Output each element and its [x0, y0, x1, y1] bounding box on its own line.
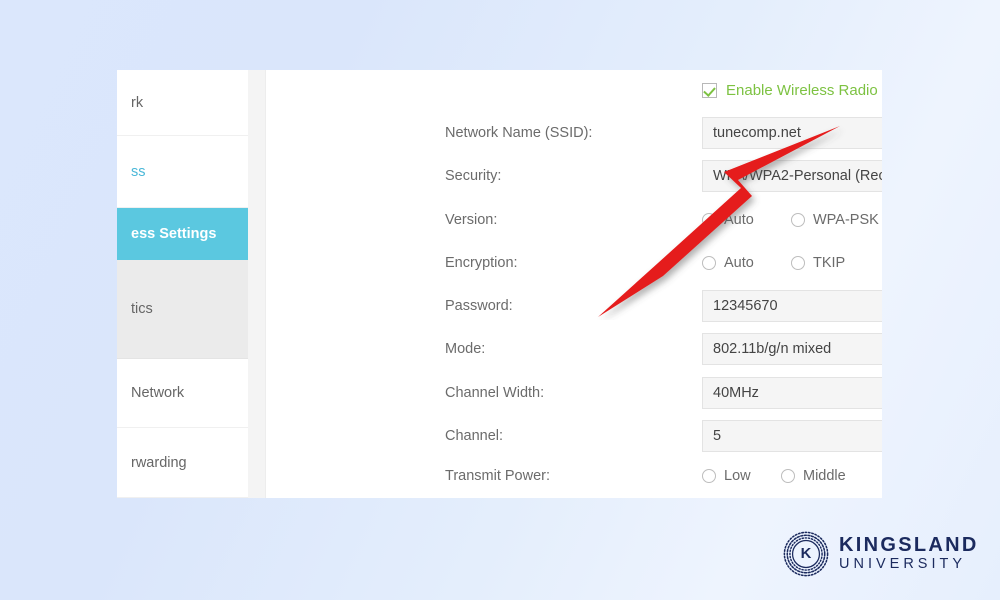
encryption-label: Encryption: — [445, 255, 518, 271]
encryption-option-auto[interactable]: Auto — [702, 255, 791, 271]
ssid-label: Network Name (SSID): — [445, 125, 593, 141]
version-label: Version: — [445, 212, 498, 228]
kingsland-university-logo: K KINGSLAND UNIVERSITY — [782, 530, 979, 578]
sidebar-item-wireless[interactable]: ss — [117, 136, 248, 208]
version-option-label: WPA-PSK — [813, 212, 879, 228]
version-row: Version: Auto WPA-PSK WPA2-PSK — [266, 207, 882, 233]
transmit-power-option-middle[interactable]: Middle — [781, 468, 882, 484]
encryption-option-label: TKIP — [813, 255, 846, 271]
sidebar-item-label: ess Settings — [131, 226, 217, 242]
sidebar-item-network[interactable]: rk — [117, 70, 248, 136]
channel-width-select[interactable]: 40MHz — [702, 377, 882, 409]
sidebar-item-label: tics — [131, 301, 153, 317]
password-row: Password: 12345670 — [266, 290, 882, 322]
ssid-input[interactable]: tunecomp.net — [702, 117, 882, 149]
security-row: Security: WPA/WPA2-Personal (Recommended… — [266, 160, 882, 192]
sidebar-nav: rk ss ess Settings tics Network rwarding — [117, 70, 248, 498]
version-option-label: Auto — [724, 212, 754, 228]
transmit-power-label: Transmit Power: — [445, 468, 551, 484]
version-option-auto[interactable]: Auto — [702, 212, 791, 228]
radio-icon — [702, 469, 716, 483]
version-option-wpa-psk[interactable]: WPA-PSK — [791, 212, 882, 228]
encryption-radio-group[interactable]: Auto TKIP AES — [702, 255, 882, 271]
logo-name-line2: UNIVERSITY — [839, 555, 967, 572]
wireless-settings-form: Enable Wireless Radio Network Name (SSID… — [266, 70, 882, 498]
logo-name-line1: KINGSLAND — [839, 534, 979, 557]
sidebar-item-label: rwarding — [131, 454, 187, 471]
sidebar-item-port-forwarding[interactable]: rwarding — [117, 428, 248, 498]
sidebar-item-wireless-settings[interactable]: ess Settings — [117, 208, 248, 260]
password-label: Password: — [445, 298, 513, 314]
radio-icon — [781, 469, 795, 483]
mode-label: Mode: — [445, 341, 486, 357]
sidebar-item-label: ss — [131, 163, 146, 180]
channel-width-row: Channel Width: 40MHz — [266, 377, 882, 409]
enable-wireless-radio-row[interactable]: Enable Wireless Radio — [702, 82, 878, 99]
kingsland-k-circle-icon: K — [783, 531, 829, 577]
ssid-row: Network Name (SSID): tunecomp.net Hide — [266, 117, 882, 149]
radio-icon — [702, 256, 716, 270]
sidebar-item-statistics[interactable]: tics — [117, 260, 248, 359]
radio-icon — [702, 213, 716, 227]
encryption-option-label: Auto — [724, 255, 754, 271]
channel-width-select-value: 40MHz — [713, 385, 759, 401]
encryption-row: Encryption: Auto TKIP AES — [266, 250, 882, 276]
logo-wordmark: KINGSLAND UNIVERSITY — [839, 535, 979, 572]
transmit-power-row: Transmit Power: Low Middle High — [266, 463, 882, 489]
mode-row: Mode: 802.11b/g/n mixed — [266, 333, 882, 365]
security-label: Security: — [445, 168, 502, 184]
sidebar-item-guest-network[interactable]: Network — [117, 359, 248, 428]
transmit-power-option-low[interactable]: Low — [702, 468, 781, 484]
enable-wireless-radio-checkbox[interactable] — [702, 83, 717, 98]
enable-wireless-radio-label: Enable Wireless Radio — [726, 82, 878, 99]
sidebar-item-label: rk — [131, 94, 144, 111]
mode-select[interactable]: 802.11b/g/n mixed — [702, 333, 882, 365]
transmit-power-option-label: Low — [724, 468, 751, 484]
transmit-power-radio-group[interactable]: Low Middle High — [702, 468, 882, 484]
transmit-power-option-label: Middle — [803, 468, 846, 484]
channel-select[interactable]: 5 — [702, 420, 882, 452]
security-select[interactable]: WPA/WPA2-Personal (Recommended) — [702, 160, 882, 192]
channel-label: Channel: — [445, 428, 504, 444]
encryption-option-tkip[interactable]: TKIP — [791, 255, 882, 271]
logo-letter: K — [801, 546, 812, 562]
version-radio-group[interactable]: Auto WPA-PSK WPA2-PSK — [702, 212, 882, 228]
radio-icon — [791, 213, 805, 227]
channel-select-value: 5 — [713, 428, 722, 444]
sidebar-item-label: Network — [131, 385, 185, 401]
channel-width-label: Channel Width: — [445, 385, 545, 401]
radio-icon — [791, 256, 805, 270]
channel-row: Channel: 5 — [266, 420, 882, 452]
mode-select-value: 802.11b/g/n mixed — [713, 341, 832, 357]
sidebar-gutter — [248, 70, 266, 498]
password-input[interactable]: 12345670 — [702, 290, 882, 322]
router-admin-panel: rk ss ess Settings tics Network rwarding… — [117, 70, 882, 498]
